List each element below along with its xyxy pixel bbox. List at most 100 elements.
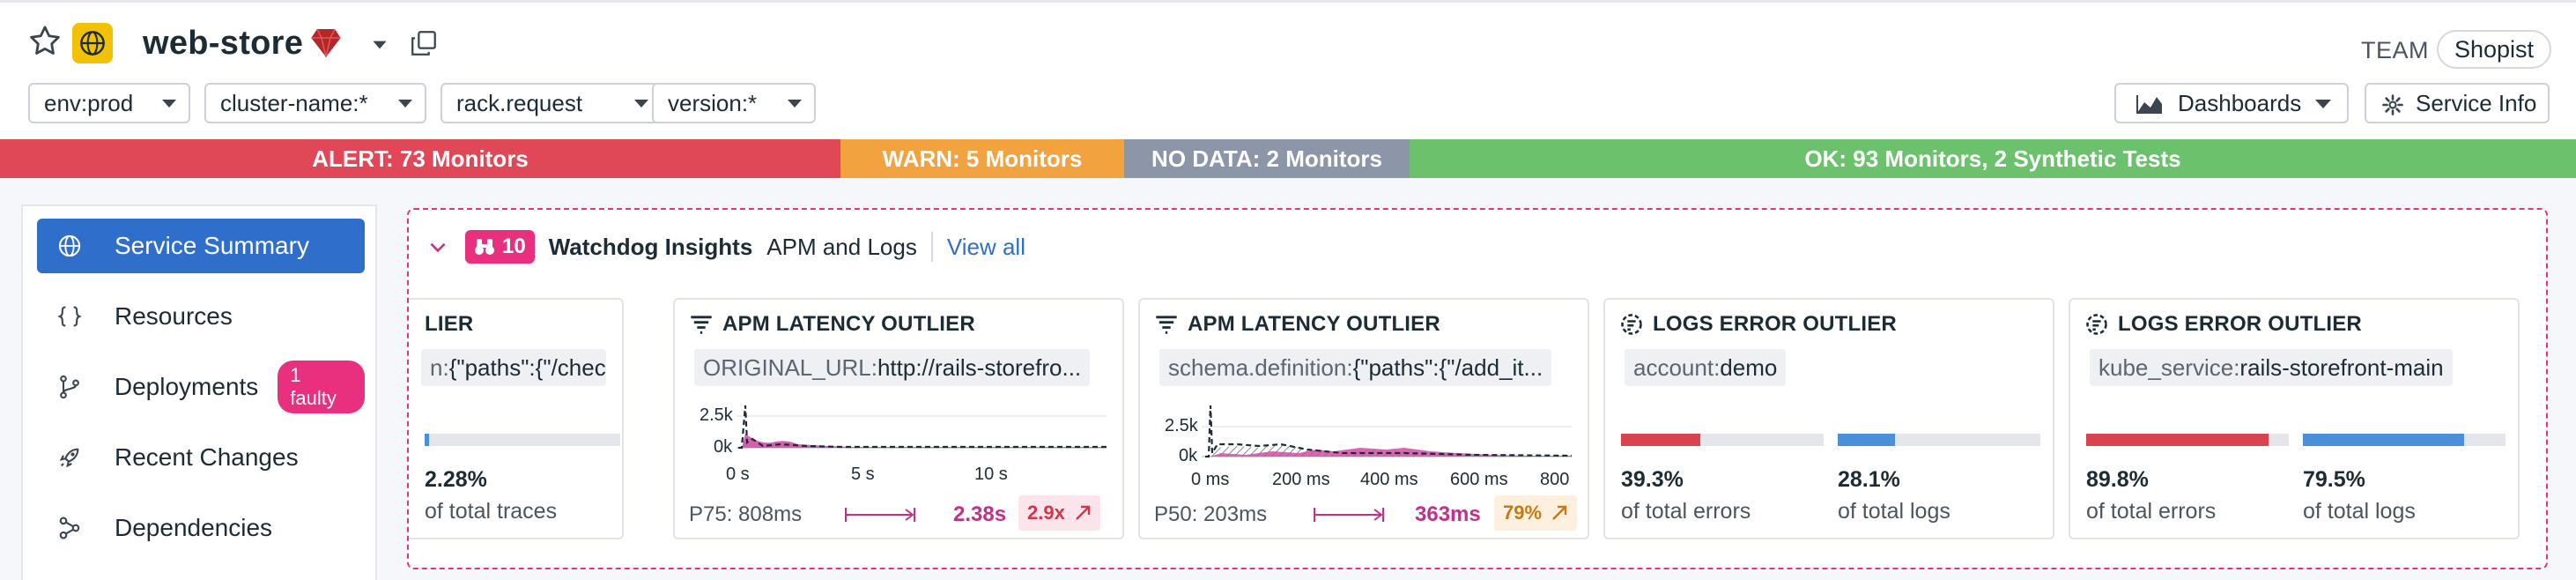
rocket-icon: [55, 442, 85, 472]
sidebar-item-label: Recent Changes: [115, 443, 299, 471]
errors-share-fill: [1621, 434, 1701, 446]
version-filter[interactable]: version:*: [652, 83, 816, 123]
tag-value: demo: [1720, 354, 1778, 381]
y-tick-label: 2.5k: [700, 405, 734, 425]
insight-card-title-text: APM LATENCY OUTLIER: [1188, 312, 1440, 336]
traces-share-fill: [425, 434, 430, 446]
insight-card-title-text: APM LATENCY OUTLIER: [722, 312, 975, 336]
warn-monitors-segment[interactable]: WARN: 5 Monitors: [840, 139, 1124, 178]
logs-share-desc: of total logs: [1838, 499, 1951, 524]
alert-monitors-segment[interactable]: ALERT: 73 Monitors: [0, 139, 840, 178]
errors-share-desc: of total errors: [1621, 499, 1751, 524]
logs-share-fill: [1838, 434, 1895, 446]
service-name: web-store: [143, 25, 304, 62]
insight-card[interactable]: APM LATENCY OUTLIER ORIGINAL_URL:http://…: [673, 298, 1124, 539]
y-tick-label: 0k: [1179, 446, 1198, 465]
cluster-filter-value: cluster-name:*: [220, 90, 368, 116]
insight-tag[interactable]: schema.definition:{"paths":{"/add_it...: [1159, 349, 1552, 386]
watchdog-header: 10 Watchdog Insights APM and Logs View a…: [426, 229, 1025, 264]
insight-card-title-text: LOGS ERROR OUTLIER: [2118, 312, 2362, 336]
watchdog-subtitle: APM and Logs: [766, 233, 917, 260]
insight-tag[interactable]: ORIGINAL_URL:http://rails-storefro...: [694, 349, 1091, 386]
tag-key: ORIGINAL_URL:: [703, 354, 877, 381]
sidebar-item-service-summary[interactable]: Service Summary: [37, 219, 365, 273]
x-tick-label: 200 ms: [1272, 470, 1330, 489]
logs-share-fill: [2303, 434, 2464, 446]
insight-card[interactable]: APM LATENCY OUTLIER schema.definition:{"…: [1138, 298, 1589, 539]
ok-monitors-segment[interactable]: OK: 93 Monitors, 2 Synthetic Tests: [1410, 139, 2576, 178]
chevron-down-icon[interactable]: [426, 235, 449, 258]
operation-filter[interactable]: rack.request: [440, 83, 663, 123]
monitor-status-bar: ALERT: 73 Monitors WARN: 5 Monitors NO D…: [0, 139, 2576, 178]
chevron-down-icon: [398, 100, 412, 108]
insight-card[interactable]: LIER n:{"paths":{"/check... 2.28% of tot…: [409, 298, 624, 539]
chevron-down-icon: [2315, 100, 2331, 108]
team-badge[interactable]: Shopist: [2437, 30, 2552, 69]
logs-share-pct: 28.1%: [1838, 467, 1900, 492]
tag-value: http://rails-storefro...: [877, 354, 1082, 381]
top-divider: [0, 0, 2576, 3]
outlier-latency-value: 2.38s: [953, 502, 1007, 526]
insight-tag[interactable]: account:demo: [1625, 349, 1787, 386]
service-sidebar: Service Summary Resources Deployments 1 …: [21, 204, 377, 580]
gear-icon: [2382, 94, 2403, 115]
chevron-down-icon[interactable]: [368, 33, 391, 56]
divider: [930, 232, 933, 262]
sidebar-item-label: Resources: [115, 302, 233, 330]
errors-share-pct: 89.8%: [2086, 467, 2149, 492]
errors-share-bar: [2086, 434, 2289, 446]
insight-card-title: APM LATENCY OUTLIER: [689, 312, 975, 337]
insight-tag[interactable]: n:{"paths":{"/check...: [421, 349, 606, 386]
sidebar-item-resources[interactable]: Resources: [37, 289, 365, 344]
dependencies-icon: [55, 513, 85, 543]
logs-error-icon: [2086, 314, 2107, 335]
x-tick-label: 800: [1540, 470, 1569, 489]
x-tick-label: 0 ms: [1191, 470, 1229, 489]
y-tick-label: 2.5k: [1165, 416, 1199, 435]
latency-distribution-chart: 2.5k 0k 0 s 5 s 10 s: [700, 405, 1107, 484]
globe-icon: [80, 31, 105, 56]
dashboards-button[interactable]: Dashboards: [2114, 83, 2349, 123]
x-tick-label: 10 s: [974, 465, 1008, 484]
traces-share-bar: [425, 434, 620, 446]
sidebar-item-label: Service Summary: [115, 232, 309, 259]
sidebar-item-dependencies[interactable]: Dependencies: [37, 501, 365, 555]
insight-card[interactable]: LOGS ERROR OUTLIER account:demo 39.3% of…: [1603, 298, 2054, 539]
sidebar-item-recent-changes[interactable]: Recent Changes: [37, 430, 365, 485]
sidebar-item-deployments[interactable]: Deployments 1 faulty: [37, 360, 365, 414]
version-filter-value: version:*: [668, 90, 758, 116]
chevron-down-icon: [634, 100, 648, 108]
baseline-distribution-line: [738, 405, 1107, 450]
star-icon[interactable]: [26, 23, 63, 60]
chevron-down-icon: [788, 100, 802, 108]
cluster-filter[interactable]: cluster-name:*: [204, 83, 426, 123]
logs-share-bar: [1838, 434, 2040, 446]
view-all-link[interactable]: View all: [947, 234, 1025, 261]
trend-up-icon: [1552, 505, 1567, 520]
copy-icon[interactable]: [409, 28, 439, 58]
latency-ratio: 79%: [1503, 502, 1543, 524]
errors-share-fill: [2086, 434, 2269, 446]
insight-card-title-text: LOGS ERROR OUTLIER: [1653, 312, 1897, 336]
x-tick-label: 0 s: [726, 465, 750, 484]
braces-icon: [55, 301, 85, 331]
service-info-button[interactable]: Service Info: [2365, 83, 2550, 123]
arrow-right-icon: [1314, 508, 1384, 522]
logs-share-desc: of total logs: [2303, 499, 2416, 524]
tag-key: account:: [1633, 354, 1721, 381]
trend-up-icon: [1075, 505, 1091, 520]
percentile-label: P75: 808ms: [689, 502, 803, 526]
no-data-monitors-segment[interactable]: NO DATA: 2 Monitors: [1124, 139, 1410, 178]
sidebar-item-label: Deployments: [114, 373, 259, 400]
env-filter[interactable]: env:prod: [28, 83, 190, 123]
dashboards-label: Dashboards: [2178, 90, 2302, 116]
insight-card-title: LOGS ERROR OUTLIER: [2084, 312, 2362, 337]
watchdog-count: 10: [502, 234, 526, 258]
ruby-icon: [311, 28, 341, 57]
watchdog-count-badge: 10: [465, 230, 535, 264]
apm-service-page: web-store TEAM Shopist env:prod cluster-…: [0, 0, 2576, 580]
binoculars-icon: [475, 239, 494, 255]
insight-tag[interactable]: kube_service:rails-storefront-main: [2090, 349, 2453, 386]
insight-card[interactable]: LOGS ERROR OUTLIER kube_service:rails-st…: [2069, 298, 2520, 539]
insight-card-title: LIER: [425, 312, 474, 336]
